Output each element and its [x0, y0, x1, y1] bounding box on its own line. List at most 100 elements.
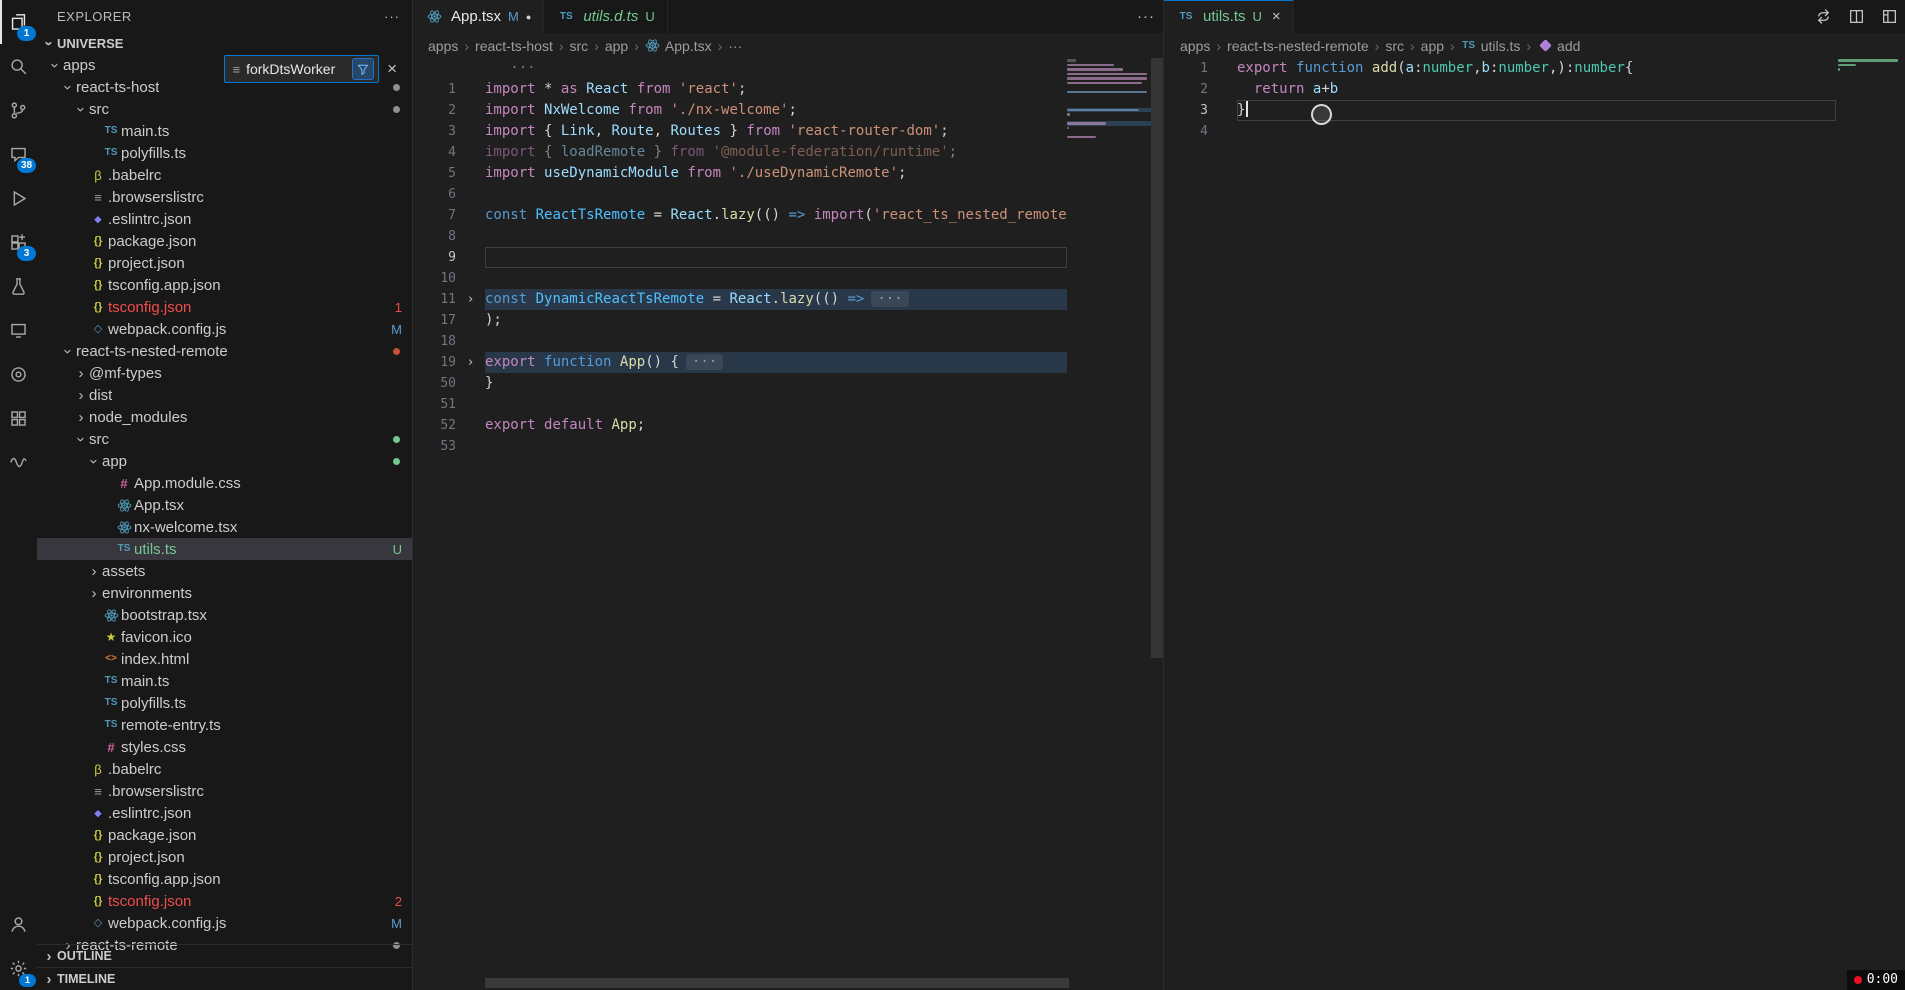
activity-chat[interactable]: 38 — [0, 132, 37, 176]
code-line[interactable]: 50} — [412, 373, 1163, 394]
breadcrumb-item[interactable]: src — [1385, 38, 1404, 54]
tree-item[interactable]: ◇webpack.config.jsM — [37, 912, 412, 934]
tree-item[interactable]: ›react-ts-nested-remote — [37, 340, 412, 362]
tree-item[interactable]: β.babelrc — [37, 164, 412, 186]
tree-item[interactable]: {}package.json — [37, 230, 412, 252]
tree-item[interactable]: #styles.css — [37, 736, 412, 758]
tree-item[interactable]: TSmain.ts — [37, 120, 412, 142]
activity-settings[interactable]: 1 — [0, 946, 37, 990]
breadcrumb-item[interactable]: react-ts-host — [475, 38, 553, 54]
tree-item[interactable]: #App.module.css — [37, 472, 412, 494]
code-line[interactable]: 19›export function App() {··· — [412, 352, 1163, 373]
activity-run-debug[interactable] — [0, 176, 37, 220]
code-line[interactable]: 10 — [412, 268, 1163, 289]
tree-item[interactable]: ◆.eslintrc.json — [37, 802, 412, 824]
tree-item[interactable]: ›@mf-types — [37, 362, 412, 384]
code-editor[interactable]: ···1import * as React from 'react';2impo… — [412, 58, 1163, 990]
code-line[interactable]: 6 — [412, 184, 1163, 205]
breadcrumb-item[interactable]: ··· — [728, 38, 742, 54]
minimap[interactable] — [1067, 58, 1151, 178]
breadcrumb-item[interactable]: react-ts-nested-remote — [1227, 38, 1369, 54]
fold-chevron-icon[interactable]: › — [456, 352, 485, 373]
tree-item[interactable]: {}tsconfig.app.json — [37, 274, 412, 296]
filter-icon[interactable] — [352, 58, 374, 80]
vertical-scrollbar[interactable] — [1151, 58, 1163, 658]
breadcrumb-item-file[interactable]: TS utils.ts — [1461, 38, 1521, 54]
tab-app-tsx[interactable]: App.tsx M ● — [412, 0, 544, 33]
code-line[interactable]: 1export function add(a:number,b:number,)… — [1164, 58, 1905, 79]
tree-item[interactable]: ≡.browserslistrc — [37, 186, 412, 208]
breadcrumb-item[interactable]: apps — [1180, 38, 1210, 54]
code-line[interactable]: 5import useDynamicModule from './useDyna… — [412, 163, 1163, 184]
workspace-section-header[interactable]: › UNIVERSE — [37, 32, 412, 54]
more-actions-icon[interactable]: ··· — [1129, 8, 1163, 25]
code-line[interactable]: 53 — [412, 436, 1163, 457]
activity-remote-explorer[interactable] — [0, 308, 37, 352]
more-actions-icon[interactable]: ··· — [384, 9, 400, 24]
tree-item[interactable]: ◆.eslintrc.json — [37, 208, 412, 230]
breadcrumb-item[interactable]: apps — [428, 38, 458, 54]
tree-item[interactable]: ›environments — [37, 582, 412, 604]
activity-testing[interactable] — [0, 264, 37, 308]
tree-item[interactable]: TSmain.ts — [37, 670, 412, 692]
tree-item[interactable]: TSremote-entry.ts — [37, 714, 412, 736]
activity-source-control[interactable] — [0, 88, 37, 132]
activity-explorer[interactable]: 1 — [0, 0, 37, 44]
code-line[interactable]: 3} — [1164, 100, 1905, 121]
tab-utils-ts[interactable]: TS utils.ts U × — [1164, 0, 1294, 33]
tree-item[interactable]: ›src — [37, 428, 412, 450]
filter-box[interactable]: ≡ forkDtsWorker — [224, 55, 379, 83]
code-line[interactable]: 17); — [412, 310, 1163, 331]
fold-chevron-icon[interactable]: › — [456, 289, 485, 310]
tree-item[interactable]: TSutils.tsU — [37, 538, 412, 560]
tree-item[interactable]: {}package.json — [37, 824, 412, 846]
code-line[interactable]: 9 — [412, 247, 1163, 268]
horizontal-scrollbar[interactable] — [485, 978, 1069, 988]
tree-item[interactable]: ›assets — [37, 560, 412, 582]
breadcrumb-item[interactable]: src — [570, 38, 589, 54]
tree-item[interactable]: TSpolyfills.ts — [37, 142, 412, 164]
tree-item[interactable]: ›src — [37, 98, 412, 120]
code-line[interactable]: 1import * as React from 'react'; — [412, 79, 1163, 100]
tree-item[interactable]: ›dist — [37, 384, 412, 406]
code-line[interactable]: 8 — [412, 226, 1163, 247]
code-line[interactable]: 4import { loadRemote } from '@module-fed… — [412, 142, 1163, 163]
timeline-section[interactable]: › TIMELINE — [37, 967, 412, 990]
code-line[interactable]: 4 — [1164, 121, 1905, 142]
activity-nx-console[interactable] — [0, 396, 37, 440]
tree-item[interactable]: ›app — [37, 450, 412, 472]
tree-item[interactable]: {}tsconfig.app.json — [37, 868, 412, 890]
breadcrumb-item-file[interactable]: App.tsx — [645, 38, 712, 54]
close-icon[interactable]: × — [384, 59, 400, 79]
tree-item[interactable]: ◇webpack.config.jsM — [37, 318, 412, 340]
code-line[interactable]: 2import NxWelcome from './nx-welcome'; — [412, 100, 1163, 121]
activity-extensions[interactable]: 3 — [0, 220, 37, 264]
dirty-dot-icon[interactable]: ● — [526, 12, 531, 22]
minimap[interactable] — [1838, 58, 1898, 98]
tree-item[interactable]: ≡.browserslistrc — [37, 780, 412, 802]
tree-item[interactable]: <>index.html — [37, 648, 412, 670]
code-line[interactable]: 3import { Link, Route, Routes } from 're… — [412, 121, 1163, 142]
code-line[interactable]: 11›const DynamicReactTsRemote = React.la… — [412, 289, 1163, 310]
tree-item[interactable]: App.tsx — [37, 494, 412, 516]
customize-layout-button[interactable] — [1873, 8, 1905, 26]
code-line[interactable]: 18 — [412, 331, 1163, 352]
breadcrumb-item[interactable]: app — [1421, 38, 1444, 54]
activity-account[interactable] — [0, 902, 37, 946]
tree-item[interactable]: {}project.json — [37, 252, 412, 274]
tree-item[interactable]: ★favicon.ico — [37, 626, 412, 648]
tree-item[interactable]: {}tsconfig.json1 — [37, 296, 412, 318]
code-line[interactable]: 51 — [412, 394, 1163, 415]
code-line[interactable]: 7const ReactTsRemote = React.lazy(() => … — [412, 205, 1163, 226]
tree-item[interactable]: TSpolyfills.ts — [37, 692, 412, 714]
tree-item[interactable]: nx-welcome.tsx — [37, 516, 412, 538]
code-editor[interactable]: 1export function add(a:number,b:number,)… — [1164, 58, 1905, 990]
tree-item[interactable]: ›node_modules — [37, 406, 412, 428]
filter-input[interactable]: forkDtsWorker — [246, 61, 346, 77]
tab-utils-d-ts[interactable]: TS utils.d.ts U — [544, 0, 667, 33]
code-line[interactable]: 2 return a+b — [1164, 79, 1905, 100]
code-line[interactable]: 52export default App; — [412, 415, 1163, 436]
tree-item[interactable]: {}project.json — [37, 846, 412, 868]
breadcrumb-item[interactable]: app — [605, 38, 628, 54]
activity-gitlens[interactable] — [0, 352, 37, 396]
